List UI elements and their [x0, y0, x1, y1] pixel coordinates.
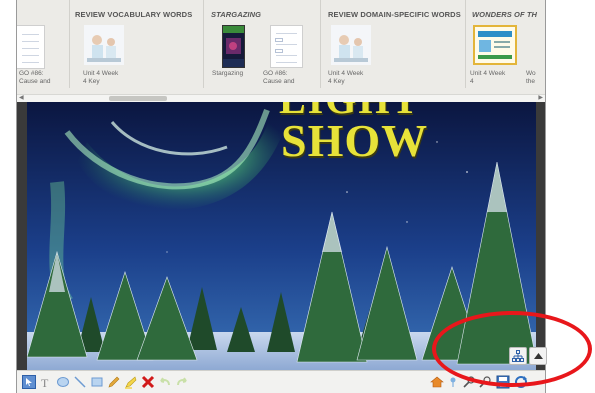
slide-title-line2: SHOW	[281, 115, 429, 166]
highlight-annotation-circle	[432, 311, 592, 387]
section-divider	[69, 0, 70, 88]
pointer-tool-icon[interactable]	[21, 374, 37, 390]
ellipse-tool-icon[interactable]	[55, 374, 71, 390]
thumbnail-domain-words-slide[interactable]	[331, 25, 371, 65]
thumbnail-caption: Unit 4 Week 4	[470, 70, 506, 85]
svg-text:T: T	[41, 376, 49, 389]
thumbnail-stargazing-cover[interactable]	[222, 25, 245, 68]
section-title-review-vocabulary: REVIEW VOCABULARY WORDS	[75, 10, 193, 19]
section-title-wonders: WONDERS OF TH	[472, 10, 538, 19]
lesson-strip: REVIEW VOCABULARY WORDS STARGAZING REVIE…	[17, 0, 545, 95]
scroll-left-arrow-icon[interactable]: ◀	[19, 94, 24, 101]
thumbnail-go86-worksheet[interactable]	[270, 25, 303, 68]
thumbnail-wonders-slide[interactable]	[473, 25, 517, 65]
line-tool-icon[interactable]	[72, 374, 88, 390]
scrollbar-thumb[interactable]	[109, 96, 167, 101]
thumbnail-vocabulary-slide[interactable]	[84, 25, 124, 65]
undo-icon[interactable]	[157, 374, 173, 390]
scroll-right-arrow-icon[interactable]: ▶	[538, 94, 543, 101]
thumbnail-caption: Wo the	[526, 70, 536, 85]
section-title-review-domain-specific: REVIEW DOMAIN-SPECIFIC WORDS	[328, 10, 461, 19]
thumbnail-caption: Stargazing	[212, 70, 244, 77]
redo-icon[interactable]	[174, 374, 190, 390]
thumbnail-go86-worksheet[interactable]	[17, 25, 45, 69]
section-divider	[320, 0, 321, 88]
pen-tool-icon[interactable]	[106, 374, 122, 390]
text-tool-icon[interactable]: T	[38, 374, 54, 390]
rectangle-tool-icon[interactable]	[89, 374, 105, 390]
section-divider	[203, 0, 204, 88]
section-title-stargazing: STARGAZING	[211, 10, 262, 19]
thumbnail-caption: Unit 4 Week 4 Key	[83, 70, 119, 85]
highlighter-tool-icon[interactable]	[123, 374, 139, 390]
section-divider	[465, 0, 466, 88]
thumbnail-caption: GO #86: Cause and	[19, 70, 51, 85]
thumbnail-caption: GO #86: Cause and	[263, 70, 295, 85]
delete-icon[interactable]	[140, 374, 156, 390]
thumbnail-caption: Unit 4 Week 4 Key	[328, 70, 364, 85]
strip-scrollbar[interactable]: ◀ ▶	[17, 94, 545, 102]
home-icon[interactable]	[429, 374, 445, 390]
